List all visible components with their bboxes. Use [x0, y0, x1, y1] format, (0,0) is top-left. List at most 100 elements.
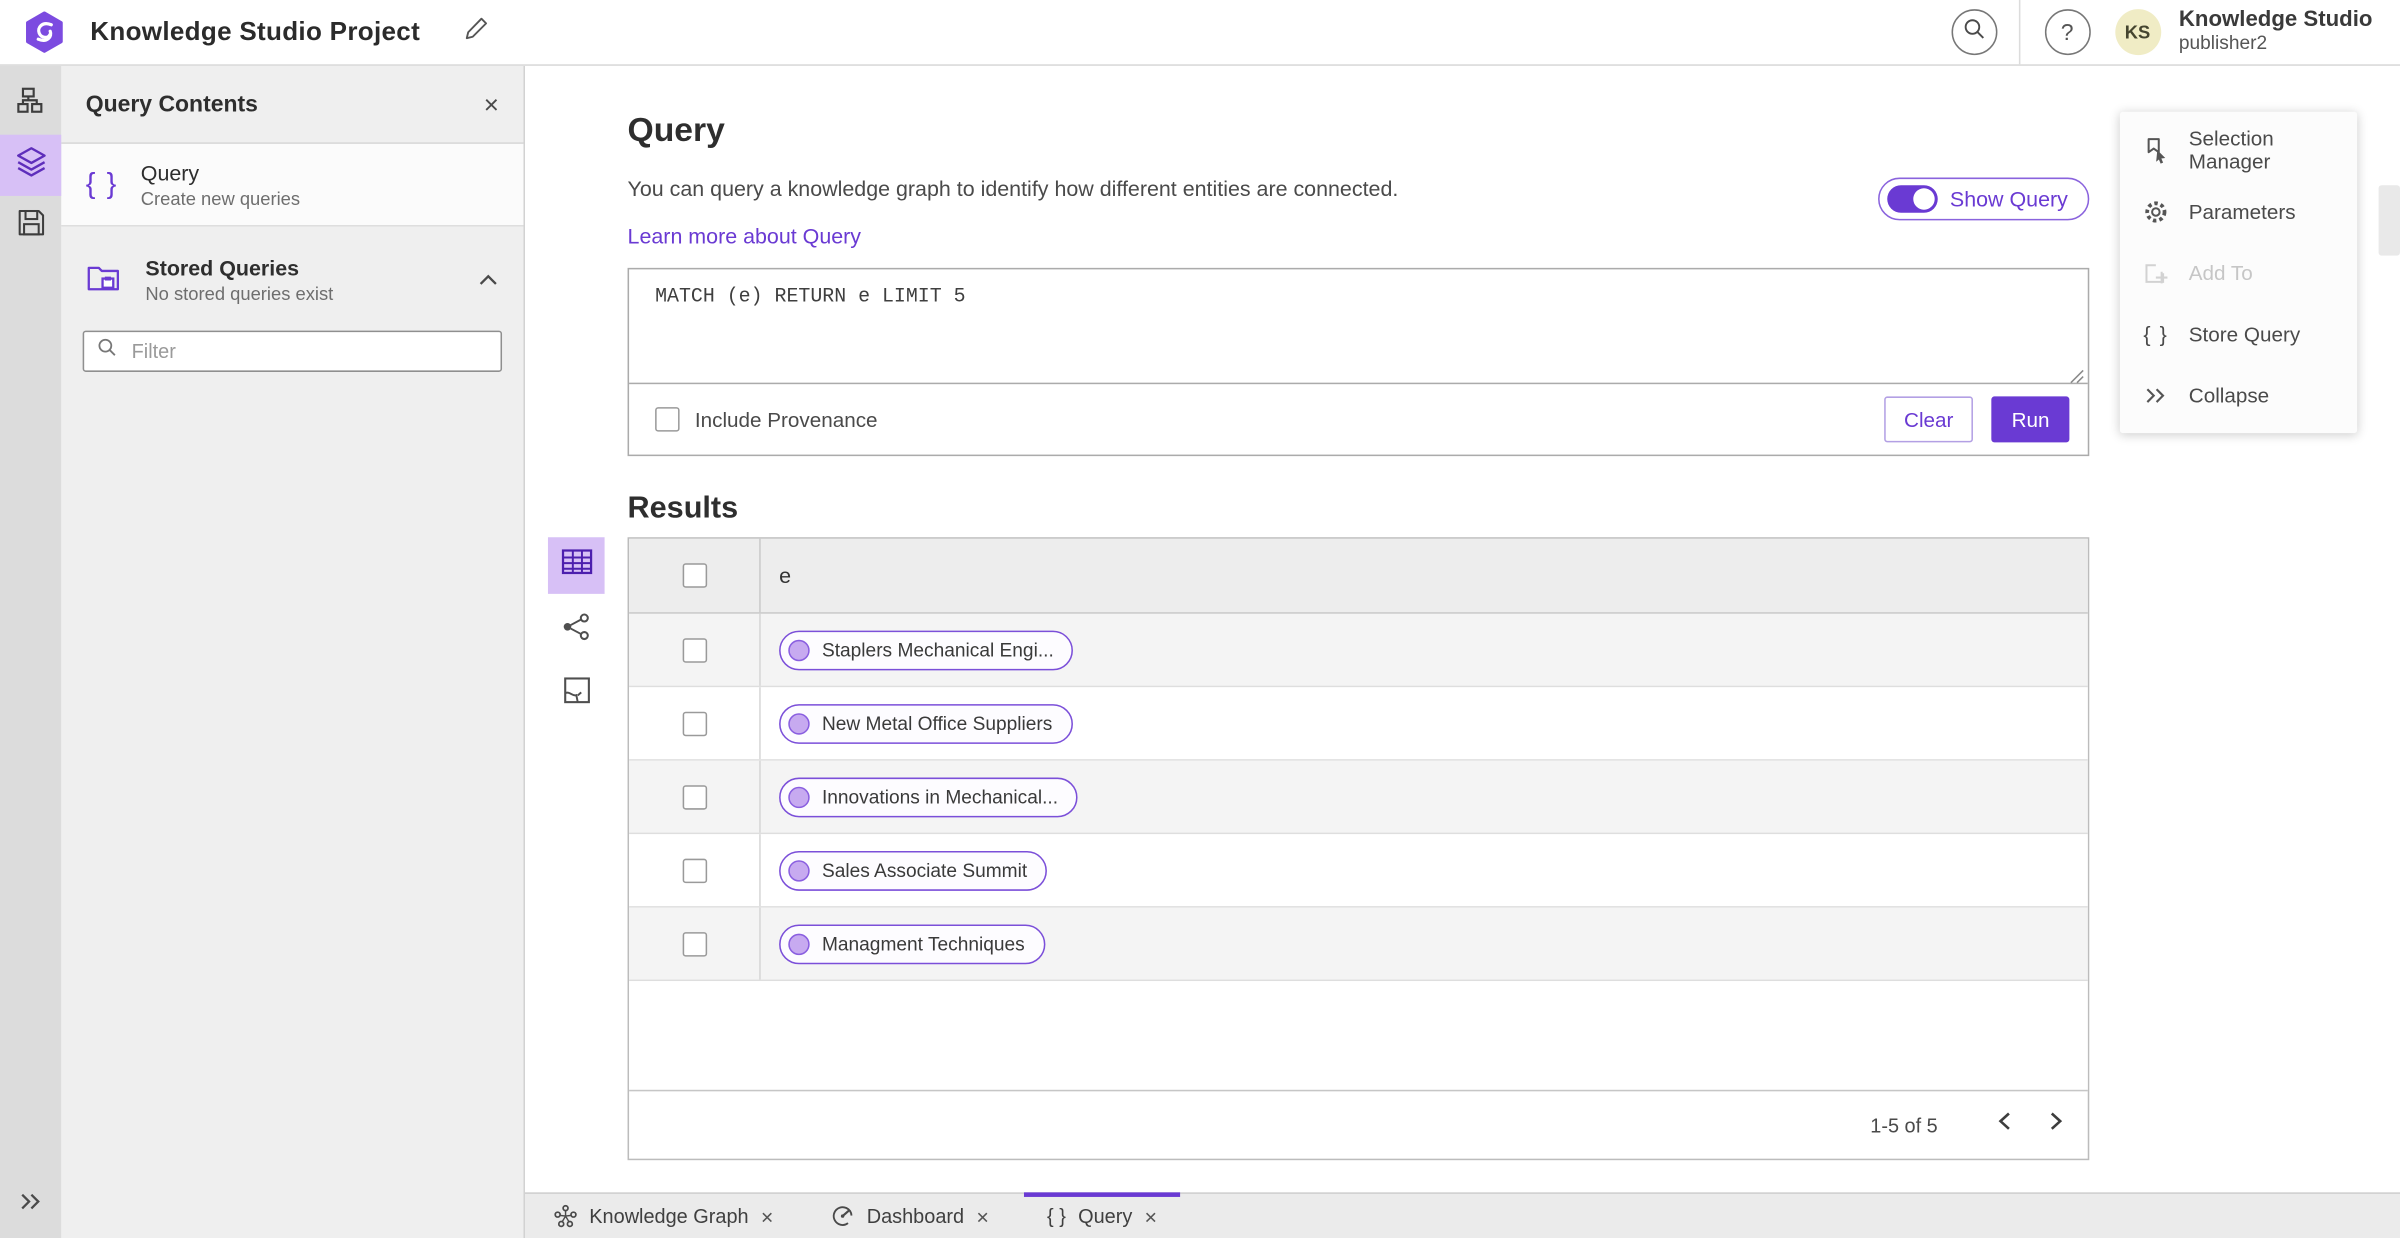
dashboard-icon — [832, 1205, 855, 1228]
tab-query[interactable]: { } Query × — [1024, 1192, 1180, 1238]
search-button[interactable] — [1950, 9, 1997, 56]
entity-chip[interactable]: Sales Associate Summit — [779, 850, 1048, 891]
row-checkbox[interactable] — [681, 637, 707, 662]
results-table: e Staplers Mechanical Engi... New Metal … — [627, 537, 2090, 1161]
entity-chip-label: Managment Techniques — [821, 932, 1025, 955]
filter-field — [82, 330, 503, 372]
braces-icon: { } — [1047, 1204, 1066, 1228]
query-contents-panel: Query Contents × { } Query Create new qu… — [61, 65, 525, 1238]
search-icon — [96, 337, 117, 366]
menu-item-collapse[interactable]: Collapse — [2120, 364, 2357, 425]
run-button[interactable]: Run — [1991, 396, 2070, 443]
entity-dot-icon — [788, 639, 810, 661]
table-icon — [559, 546, 593, 584]
learn-more-link[interactable]: Learn more about Query — [628, 223, 861, 247]
menu-item-selection-manager[interactable]: Selection Manager — [2120, 119, 2357, 180]
column-header-e: e — [779, 563, 792, 588]
graph-view-button[interactable] — [548, 602, 605, 659]
tab-dashboard[interactable]: Dashboard × — [809, 1194, 1012, 1238]
menu-item-parameters[interactable]: Parameters — [2120, 181, 2357, 242]
select-all-checkbox[interactable] — [681, 563, 707, 588]
chevron-up-icon[interactable] — [478, 272, 499, 287]
stored-item-title: Stored Queries — [145, 255, 300, 281]
entity-chip[interactable]: New Metal Office Suppliers — [779, 703, 1073, 744]
menu-item-store-query[interactable]: { } Store Query — [2120, 303, 2357, 364]
menu-item-label: Parameters — [2188, 199, 2296, 223]
knowledge-studio-app: Knowledge Studio Project ? KS Knowledge … — [0, 0, 2400, 1238]
save-icon — [15, 207, 47, 247]
menu-item-label: Store Query — [2188, 322, 2301, 346]
tools-menu: Selection Manager Parameters Add To { } — [2119, 111, 2358, 434]
query-main-view: Query You can query a knowledge graph to… — [524, 65, 2400, 1238]
query-editor-box: MATCH (e) RETURN e LIMIT 5 Include Prove… — [627, 267, 2090, 457]
row-checkbox[interactable] — [681, 931, 707, 956]
row-checkbox[interactable] — [681, 784, 707, 809]
entity-chip-label: Staplers Mechanical Engi... — [821, 639, 1054, 661]
close-icon[interactable]: × — [1145, 1205, 1158, 1226]
link-chart-icon — [560, 610, 592, 650]
sidebar-item-stored-queries[interactable]: Stored Queries No stored queries exist — [61, 239, 523, 322]
include-provenance-checkbox[interactable] — [655, 407, 680, 432]
next-page-button[interactable] — [2036, 1105, 2076, 1145]
help-button[interactable]: ? — [2044, 9, 2091, 56]
view-tab-bar: Knowledge Graph × Dashboard × { } Query … — [524, 1192, 2400, 1238]
tab-label: Dashboard — [866, 1204, 965, 1228]
show-query-label: Show Query — [1949, 186, 2068, 212]
table-empty-space — [629, 981, 2088, 1090]
tab-label: Knowledge Graph — [589, 1204, 749, 1228]
scrollbar-thumb[interactable] — [2378, 185, 2400, 256]
entity-dot-icon — [788, 712, 810, 734]
result-view-toggles — [547, 537, 605, 723]
resize-handle-icon[interactable] — [2069, 364, 2397, 1236]
knowledge-graph-icon — [554, 1204, 577, 1228]
table-row: Sales Associate Summit — [629, 834, 2088, 908]
row-checkbox[interactable] — [681, 857, 707, 883]
rail-expand-button[interactable] — [0, 1183, 61, 1226]
help-icon: ? — [2060, 19, 2074, 46]
panel-close-button[interactable]: × — [484, 91, 499, 117]
entity-chip[interactable]: Innovations in Mechanical... — [779, 776, 1078, 817]
show-query-toggle[interactable]: Show Query — [1877, 177, 2090, 221]
row-checkbox[interactable] — [681, 710, 707, 736]
table-row: Managment Techniques — [629, 907, 2088, 982]
panel-header: Query Contents × — [61, 66, 524, 144]
braces-icon: { } — [85, 167, 118, 200]
clear-button[interactable]: Clear — [1884, 396, 1974, 443]
menu-item-label: Collapse — [2188, 383, 2270, 407]
query-text-input[interactable]: MATCH (e) RETURN e LIMIT 5 — [629, 269, 2088, 385]
page-info: 1-5 of 5 — [1870, 1113, 1938, 1137]
rail-data-model-button[interactable] — [0, 73, 61, 134]
stored-item-subtitle: No stored queries exist — [145, 283, 334, 305]
panel-gap — [61, 227, 523, 239]
close-icon[interactable]: × — [976, 1205, 989, 1226]
edit-title-button[interactable] — [463, 14, 492, 51]
entity-chip[interactable]: Managment Techniques — [779, 923, 1045, 964]
menu-item-label: Selection Manager — [2188, 127, 2274, 173]
map-view-button[interactable] — [548, 666, 605, 723]
map-icon — [561, 675, 592, 713]
entity-chip-label: New Metal Office Suppliers — [821, 712, 1053, 734]
sidebar-item-query[interactable]: { } Query Create new queries — [61, 143, 524, 227]
table-pagination: 1-5 of 5 — [629, 1089, 2088, 1159]
table-row: New Metal Office Suppliers — [629, 687, 2088, 761]
close-icon[interactable]: × — [761, 1205, 774, 1226]
tab-knowledge-graph[interactable]: Knowledge Graph × — [531, 1194, 796, 1238]
double-chevron-right-icon — [18, 1190, 42, 1219]
folder-icon — [86, 259, 123, 300]
filter-input[interactable] — [128, 338, 489, 365]
add-to-icon — [2143, 259, 2169, 285]
pencil-icon — [463, 14, 492, 51]
left-icon-rail — [0, 65, 62, 1238]
rail-save-button[interactable] — [0, 196, 61, 257]
braces-icon: { } — [2143, 321, 2169, 346]
entity-chip-label: Sales Associate Summit — [821, 859, 1028, 881]
entity-chip[interactable]: Staplers Mechanical Engi... — [779, 629, 1074, 670]
table-view-button[interactable] — [547, 537, 605, 594]
stored-item-text: Stored Queries No stored queries exist — [145, 256, 454, 305]
user-avatar[interactable]: KS — [2114, 9, 2161, 56]
query-item-text: Query Create new queries — [141, 160, 499, 209]
previous-page-button[interactable] — [1984, 1105, 2024, 1145]
rail-layers-button[interactable] — [0, 134, 62, 196]
user-info[interactable]: Knowledge Studio publisher2 — [2179, 8, 2400, 54]
top-bar: Knowledge Studio Project ? KS Knowledge … — [0, 0, 2400, 66]
